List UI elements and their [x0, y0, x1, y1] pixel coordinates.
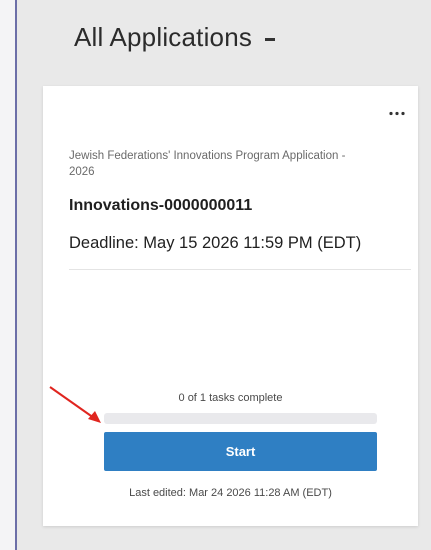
- divider: [69, 269, 411, 270]
- chevron-down-icon: [264, 34, 276, 46]
- progress-bar: [104, 413, 377, 424]
- start-button[interactable]: Start: [104, 432, 377, 471]
- last-edited-text: Last edited: Mar 24 2026 11:28 AM (EDT): [129, 487, 332, 499]
- page-title: All Applications: [74, 22, 253, 52]
- card-menu-button[interactable]: [384, 104, 410, 122]
- application-card: Jewish Federations' Innovations Program …: [43, 86, 418, 526]
- applications-filter-dropdown[interactable]: All Applications: [74, 22, 276, 53]
- more-horizontal-icon: [389, 111, 405, 115]
- red-arrow-icon: [49, 386, 101, 423]
- program-name: Jewish Federations' Innovations Program …: [69, 150, 346, 178]
- deadline-text: Deadline: May 15 2026 11:59 PM (EDT): [69, 234, 362, 252]
- application-id[interactable]: Innovations-0000000011: [69, 197, 252, 215]
